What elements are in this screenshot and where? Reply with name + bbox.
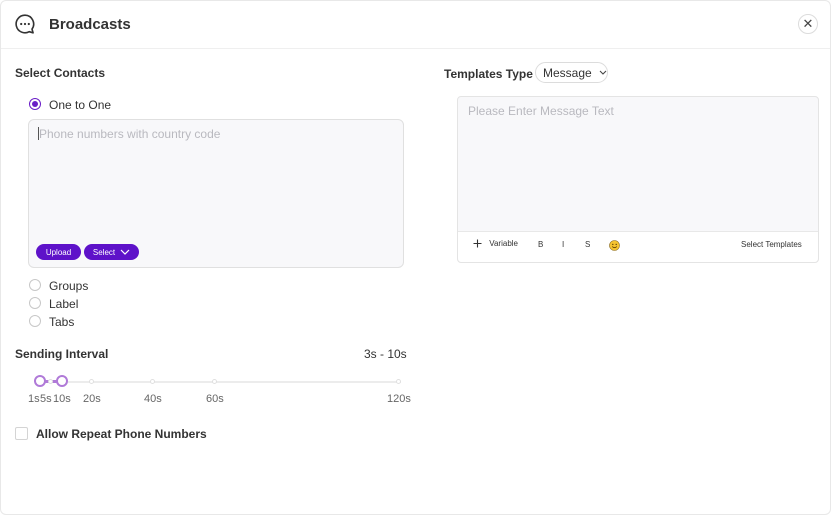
- templates-type-value: Message: [543, 65, 592, 80]
- select-contacts-label: Select Contacts: [15, 66, 106, 80]
- tick-label-120s: 120s: [387, 393, 411, 405]
- chat-bubble-icon: [15, 14, 35, 34]
- message-placeholder: Please Enter Message Text: [468, 104, 614, 118]
- strikethrough-button[interactable]: S: [585, 240, 590, 249]
- tick-label-40s: 40s: [144, 393, 162, 405]
- templates-type-select[interactable]: Message: [535, 62, 608, 83]
- radio-label-label[interactable]: Label: [49, 297, 78, 311]
- slider-mark-40s: [150, 379, 155, 384]
- chevron-down-icon: [599, 70, 607, 75]
- upload-button[interactable]: Upload: [36, 244, 81, 260]
- templates-type-label: Templates Type: [444, 67, 533, 81]
- select-dropdown-button[interactable]: Select: [84, 244, 139, 260]
- variable-label: Variable: [489, 239, 518, 249]
- allow-repeat-checkbox[interactable]: [15, 427, 28, 440]
- close-icon: ✕: [802, 16, 814, 31]
- phone-numbers-placeholder: Phone numbers with country code: [39, 127, 221, 141]
- select-templates-button[interactable]: Select Templates: [741, 240, 802, 249]
- slider-mark-20s: [89, 379, 94, 384]
- tick-label-1s: 1s: [28, 393, 40, 405]
- tick-label-20s: 20s: [83, 393, 101, 405]
- radio-one-to-one[interactable]: [29, 98, 41, 110]
- allow-repeat-label[interactable]: Allow Repeat Phone Numbers: [36, 427, 207, 441]
- radio-tabs[interactable]: [29, 315, 41, 327]
- dialog-title: Broadcasts: [49, 16, 131, 33]
- chevron-down-icon: [120, 249, 130, 255]
- select-button-label: Select: [92, 247, 116, 257]
- message-text-input[interactable]: Please Enter Message Text Variable B I S…: [457, 96, 819, 263]
- radio-groups-label[interactable]: Groups: [49, 279, 88, 293]
- tick-label-5s: 5s: [40, 393, 52, 405]
- plus-icon: [473, 239, 482, 248]
- radio-tabs-label[interactable]: Tabs: [49, 315, 74, 329]
- broadcasts-dialog: Broadcasts ✕ Select Contacts One to One …: [0, 0, 831, 515]
- sending-interval-value: 3s - 10s: [364, 347, 407, 361]
- slider-mark-120s: [396, 379, 401, 384]
- sending-interval-label: Sending Interval: [15, 347, 109, 361]
- interval-min-handle[interactable]: [34, 375, 46, 387]
- add-variable-button[interactable]: Variable: [473, 239, 518, 248]
- tick-label-10s: 10s: [53, 393, 71, 405]
- emoji-icon[interactable]: [609, 240, 620, 251]
- radio-groups[interactable]: [29, 279, 41, 291]
- slider-mark-5s: [48, 379, 53, 384]
- dialog-header: Broadcasts ✕: [1, 1, 830, 49]
- radio-label[interactable]: [29, 297, 41, 309]
- italic-button[interactable]: I: [562, 240, 564, 249]
- upload-button-label: Upload: [45, 247, 72, 257]
- slider-mark-60s: [212, 379, 217, 384]
- tick-label-60s: 60s: [206, 393, 224, 405]
- interval-max-handle[interactable]: [56, 375, 68, 387]
- message-toolbar: Variable B I S Select Templates: [458, 231, 818, 262]
- bold-button[interactable]: B: [538, 240, 543, 249]
- radio-one-to-one-label[interactable]: One to One: [49, 98, 111, 112]
- phone-numbers-input[interactable]: Phone numbers with country code Upload S…: [28, 119, 404, 268]
- close-button[interactable]: ✕: [798, 14, 818, 34]
